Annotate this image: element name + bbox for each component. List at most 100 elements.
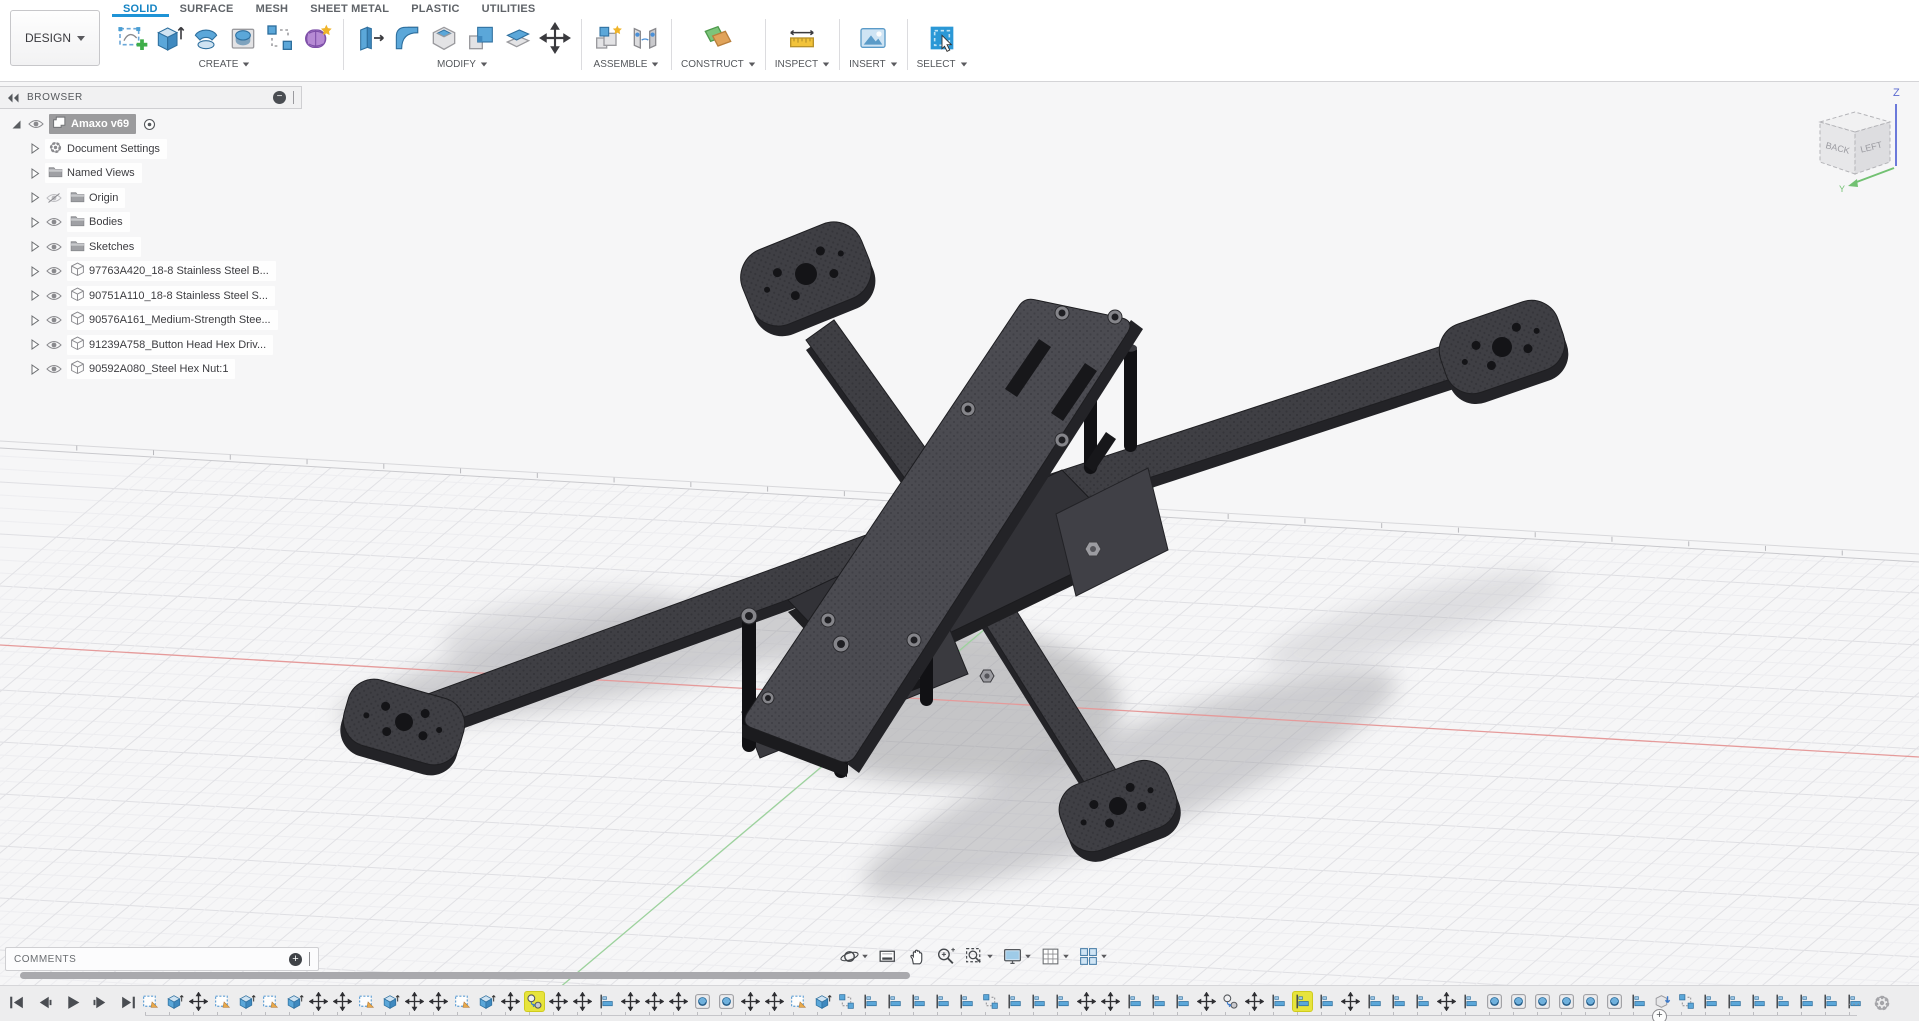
timeline-feature-sketch[interactable] — [141, 992, 160, 1011]
timeline-feature-flag[interactable] — [1701, 992, 1720, 1011]
expand-arrow-icon[interactable] — [28, 142, 41, 155]
toolbar-dropdown-assemble[interactable]: ASSEMBLE — [594, 59, 660, 70]
timeline-feature-move[interactable] — [549, 992, 568, 1011]
timeline-feature-sketch[interactable] — [213, 992, 232, 1011]
tree-item-label[interactable]: 90751A110_18-8 Stainless Steel S... — [67, 286, 275, 306]
timeline-feature-move[interactable] — [1245, 992, 1264, 1011]
timeline-feature-flag[interactable] — [1461, 992, 1480, 1011]
timeline-feature-sketch[interactable] — [357, 992, 376, 1011]
timeline-feature-flag[interactable] — [1749, 992, 1768, 1011]
comments-bar[interactable]: COMMENTS + — [5, 947, 319, 971]
eye-visible-icon[interactable] — [27, 116, 45, 132]
hole-icon[interactable] — [226, 21, 260, 55]
toolbar-dropdown-inspect[interactable]: INSPECT — [775, 59, 830, 70]
tree-item-label[interactable]: Origin — [67, 188, 125, 208]
timeline-feature-hole[interactable] — [717, 992, 736, 1011]
eye-visible-icon[interactable] — [45, 239, 63, 255]
timeline-feature-flag[interactable] — [1053, 992, 1072, 1011]
tab-mesh[interactable]: MESH — [245, 0, 300, 17]
tree-item-label[interactable]: Bodies — [67, 212, 130, 232]
browser-row-90592a080-steel-hex-nut-1[interactable]: 90592A080_Steel Hex Nut:1 — [0, 359, 302, 379]
timeline-feature-sketch[interactable] — [453, 992, 472, 1011]
fit-button[interactable] — [961, 944, 997, 969]
toolbar-dropdown-insert[interactable]: INSERT — [849, 59, 898, 70]
timeline-feature-flag[interactable] — [1293, 992, 1312, 1011]
timeline-feature-sketch[interactable] — [789, 992, 808, 1011]
timeline-position-marker[interactable]: + — [1652, 1009, 1667, 1021]
browser-header[interactable]: BROWSER − — [0, 86, 302, 109]
expand-arrow-icon[interactable] — [28, 289, 41, 302]
timeline-feature-hole[interactable] — [1485, 992, 1504, 1011]
timeline-feature-flag[interactable] — [1389, 992, 1408, 1011]
timeline-feature-sketch[interactable] — [261, 992, 280, 1011]
timeline-feature-extrude[interactable] — [285, 992, 304, 1011]
expand-arrow-icon[interactable] — [28, 216, 41, 229]
orbit-button[interactable] — [836, 944, 872, 969]
timeline-feature-flag[interactable] — [1173, 992, 1192, 1011]
timeline-feature-hole[interactable] — [1605, 992, 1624, 1011]
tab-plastic[interactable]: PLASTIC — [400, 0, 470, 17]
timeline-feature-flag[interactable] — [1005, 992, 1024, 1011]
pattern-icon[interactable] — [263, 21, 297, 55]
timeline-feature-extrude[interactable] — [165, 992, 184, 1011]
timeline-feature-pattern[interactable] — [981, 992, 1000, 1011]
tab-surface[interactable]: SURFACE — [169, 0, 245, 17]
toolbar-dropdown-create[interactable]: CREATE — [199, 59, 251, 70]
expand-arrow-icon[interactable] — [28, 167, 41, 180]
tab-solid[interactable]: SOLID — [112, 0, 169, 17]
tree-item-label[interactable]: 90592A080_Steel Hex Nut:1 — [67, 359, 235, 379]
timeline-feature-move[interactable] — [1341, 992, 1360, 1011]
select-icon[interactable] — [925, 21, 959, 55]
display-settings-button[interactable] — [999, 944, 1035, 969]
timeline-feature-flag[interactable] — [1125, 992, 1144, 1011]
move-icon[interactable] — [538, 21, 572, 55]
toolbar-dropdown-select[interactable]: SELECT — [917, 59, 968, 70]
collapse-left-icon[interactable] — [7, 92, 20, 104]
timeline-feature-hole[interactable] — [1533, 992, 1552, 1011]
timeline-feature-move[interactable] — [645, 992, 664, 1011]
pan-button[interactable] — [903, 944, 930, 969]
tree-item-label[interactable]: 91239A758_Button Head Hex Driv... — [67, 335, 273, 355]
expanded-icon[interactable] — [10, 118, 23, 131]
tab-sheet-metal[interactable]: SHEET METAL — [299, 0, 400, 17]
tab-utilities[interactable]: UTILITIES — [471, 0, 547, 17]
timeline-feature-hole[interactable] — [1557, 992, 1576, 1011]
tree-item-label[interactable]: Sketches — [67, 237, 141, 257]
timeline-feature-move[interactable] — [501, 992, 520, 1011]
expand-arrow-icon[interactable] — [28, 240, 41, 253]
timeline-feature-move[interactable] — [1077, 992, 1096, 1011]
eye-visible-icon[interactable] — [45, 214, 63, 230]
timeline-feature-flag[interactable] — [957, 992, 976, 1011]
timeline-feature-joint[interactable] — [1221, 992, 1240, 1011]
timeline-feature-flag[interactable] — [1269, 992, 1288, 1011]
browser-row-90576a161-medium-strength-stee[interactable]: 90576A161_Medium-Strength Stee... — [0, 310, 302, 330]
tree-item-label[interactable]: 97763A420_18-8 Stainless Steel B... — [67, 261, 276, 281]
panel-resize-handle[interactable] — [293, 91, 294, 104]
timeline-feature-move[interactable] — [309, 992, 328, 1011]
offset-face-icon[interactable] — [501, 21, 535, 55]
add-comment-button[interactable]: + — [289, 953, 302, 966]
timeline-feature-move[interactable] — [429, 992, 448, 1011]
revolve-icon[interactable] — [189, 21, 223, 55]
timeline-feature-flag[interactable] — [1797, 992, 1816, 1011]
timeline-feature-extrude[interactable] — [477, 992, 496, 1011]
timeline-feature-move[interactable] — [333, 992, 352, 1011]
timeline-feature-move[interactable] — [669, 992, 688, 1011]
go-to-end-button[interactable] — [119, 993, 138, 1012]
construct-plane-icon[interactable] — [701, 21, 735, 55]
zoom-button[interactable] — [932, 944, 959, 969]
measure-icon[interactable] — [785, 21, 819, 55]
expand-arrow-icon[interactable] — [28, 314, 41, 327]
horizontal-scrollbar[interactable] — [20, 972, 910, 979]
form-icon[interactable] — [300, 21, 334, 55]
browser-row-97763a420-18-8-stainless-steel-b[interactable]: 97763A420_18-8 Stainless Steel B... — [0, 261, 302, 281]
timeline-feature-flag[interactable] — [885, 992, 904, 1011]
timeline-feature-hole[interactable] — [1509, 992, 1528, 1011]
browser-row-bodies[interactable]: Bodies — [0, 212, 302, 232]
timeline-feature-hole[interactable] — [1581, 992, 1600, 1011]
joint-icon[interactable] — [628, 21, 662, 55]
play-button[interactable] — [63, 993, 82, 1012]
timeline-feature-flag[interactable] — [1149, 992, 1168, 1011]
eye-hidden-icon[interactable] — [45, 190, 63, 206]
view-cube[interactable]: BACK LEFT Z Y — [1812, 80, 1912, 194]
